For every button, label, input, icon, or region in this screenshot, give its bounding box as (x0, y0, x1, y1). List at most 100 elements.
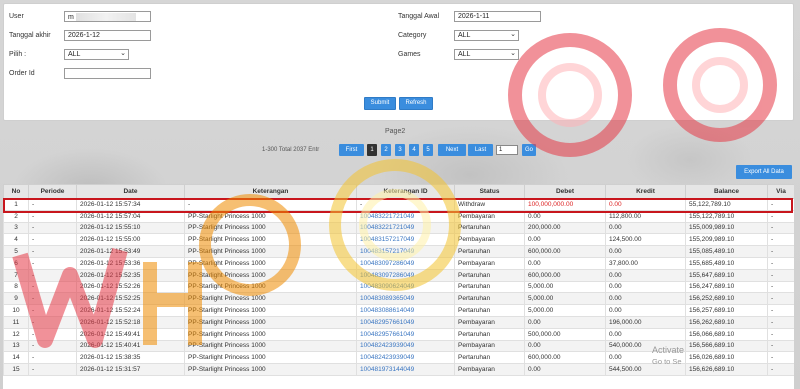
cell-debet: 0.00 (524, 363, 606, 376)
table-row[interactable]: 2-2026-01-12 15:57:04 PP-Starlight Prince… (3, 209, 794, 223)
page-button-4[interactable]: 4 (409, 144, 419, 156)
chevron-down-icon: ⌄ (510, 50, 516, 57)
cell-keterangan-id[interactable]: 100483221721049 (356, 221, 455, 235)
user-label: User (9, 13, 24, 20)
table-row[interactable]: 11-2026-01-12 15:52:18 PP-Starlight Princ… (3, 315, 794, 329)
header-date[interactable]: Date (76, 184, 185, 199)
header-periode[interactable]: Periode (28, 184, 77, 199)
cell-keterangan-id[interactable]: 100483157217049 (356, 233, 455, 247)
page-button-1[interactable]: 1 (367, 144, 377, 156)
cell-via: - (767, 233, 794, 247)
category-select[interactable]: ALL ⌄ (454, 30, 519, 41)
cell-balance: 155,209,989.10 (685, 233, 768, 247)
table-row[interactable]: 1-2026-01-12 15:57:34- - Withdraw 100,000,0… (3, 198, 794, 211)
cell-keterangan-id[interactable]: 100481973144049 (356, 363, 455, 376)
games-value: ALL (458, 51, 471, 58)
pilih-select[interactable]: ALL ⌄ (64, 49, 129, 60)
header-status[interactable]: Status (454, 184, 525, 199)
table-row[interactable]: 3-2026-01-12 15:55:10 PP-Starlight Prince… (3, 221, 794, 235)
go-button[interactable]: Go (522, 144, 536, 156)
cell-date: 2026-01-12 15:52:24 (76, 304, 185, 317)
order-id-input[interactable] (64, 68, 151, 79)
cell-keterangan-id[interactable]: - (356, 198, 455, 211)
cell-status: Pertaruhan (454, 221, 525, 235)
cell-keterangan-id[interactable]: 100482957661049 (356, 315, 455, 329)
cell-periode: - (28, 339, 77, 353)
table-row[interactable]: 7-2026-01-12 15:52:35 PP-Starlight Prince… (3, 268, 794, 282)
cell-via: - (767, 209, 794, 223)
cell-status: Pembayaran (454, 315, 525, 329)
cell-periode: - (28, 233, 77, 247)
cell-status: Pertaruhan (454, 327, 525, 341)
cell-via: - (767, 315, 794, 329)
cell-keterangan: PP-Starlight Princess 1000 (184, 327, 357, 341)
cell-keterangan-id[interactable]: 100483090624049 (356, 280, 455, 294)
cell-keterangan: PP-Starlight Princess 1000 (184, 292, 357, 306)
cell-keterangan: PP-Starlight Princess 1000 (184, 351, 357, 365)
windows-activation-line2: Go to Se (652, 357, 682, 366)
table-row[interactable]: 9-2026-01-12 15:52:25 PP-Starlight Prince… (3, 292, 794, 306)
page-button-5[interactable]: 5 (423, 144, 433, 156)
header-balance[interactable]: Balance (685, 184, 768, 199)
header-debet[interactable]: Debet (524, 184, 606, 199)
header-no[interactable]: No (3, 184, 29, 199)
cell-kredit: 124,500.00 (605, 233, 686, 247)
cell-no: 13 (3, 339, 29, 353)
header-keterangan-id[interactable]: Keterangan ID (356, 184, 455, 199)
page-button-2[interactable]: 2 (381, 144, 391, 156)
cell-debet: 0.00 (524, 339, 606, 353)
table-row[interactable]: 4-2026-01-12 15:55:00 PP-Starlight Prince… (3, 233, 794, 247)
cell-keterangan-id[interactable]: 100482423939049 (356, 351, 455, 365)
entries-count: 1-300 Total 2037 Entr (262, 147, 320, 153)
next-page-button[interactable]: Next (438, 144, 466, 156)
submit-button[interactable]: Submit (364, 97, 396, 110)
cell-keterangan-id[interactable]: 100483088614049 (356, 304, 455, 317)
table-row[interactable]: 5-2026-01-12 15:53:49 PP-Starlight Prince… (3, 245, 794, 258)
cell-via: - (767, 198, 794, 211)
cell-periode: - (28, 304, 77, 317)
page-title: Page2 (385, 128, 406, 135)
header-keterangan[interactable]: Keterangan (184, 184, 357, 199)
cell-keterangan-id[interactable]: 100483221721049 (356, 209, 455, 223)
cell-date: 2026-01-12 15:40:41 (76, 339, 185, 353)
user-input[interactable]: m (64, 11, 151, 22)
first-page-button[interactable]: First (339, 144, 364, 156)
cell-periode: - (28, 256, 77, 270)
cell-debet: 100,000,000.00 (524, 198, 606, 211)
header-kredit[interactable]: Kredit (605, 184, 686, 199)
cell-no: 14 (3, 351, 29, 365)
cell-keterangan-id[interactable]: 100483089365049 (356, 292, 455, 306)
cell-balance: 55,122,789.10 (685, 198, 768, 211)
cell-keterangan-id[interactable]: 100483157217049 (356, 245, 455, 258)
cell-date: 2026-01-12 15:55:00 (76, 233, 185, 247)
refresh-button[interactable]: Refresh (399, 97, 433, 110)
last-page-button[interactable]: Last (468, 144, 493, 156)
cell-keterangan: - (184, 198, 357, 211)
cell-debet: 600,000.00 (524, 268, 606, 282)
tanggal-awal-input[interactable]: 2026-1-11 (454, 11, 541, 22)
cell-date: 2026-01-12 15:52:25 (76, 292, 185, 306)
table-row[interactable]: 10-2026-01-12 15:52:24 PP-Starlight Princ… (3, 304, 794, 317)
cell-via: - (767, 268, 794, 282)
cell-status: Pertaruhan (454, 351, 525, 365)
page-button-3[interactable]: 3 (395, 144, 405, 156)
cell-keterangan-id[interactable]: 100482423939049 (356, 339, 455, 353)
category-value: ALL (458, 32, 471, 39)
tanggal-akhir-input[interactable]: 2026-1-12 (64, 30, 151, 41)
table-row[interactable]: 12-2026-01-12 15:49:41 PP-Starlight Princ… (3, 327, 794, 341)
export-all-data-button[interactable]: Export All Data (736, 165, 792, 179)
header-via[interactable]: Via (767, 184, 794, 199)
tanggal-akhir-label: Tanggal akhir (9, 32, 51, 39)
cell-periode: - (28, 221, 77, 235)
cell-keterangan-id[interactable]: 100482957661049 (356, 327, 455, 341)
cell-status: Pembayaran (454, 339, 525, 353)
page-number-input[interactable]: 1 (496, 145, 518, 155)
table-row[interactable]: 6-2026-01-12 15:53:36 PP-Starlight Prince… (3, 256, 794, 270)
cell-date: 2026-01-12 15:52:18 (76, 315, 185, 329)
cell-status: Pertaruhan (454, 280, 525, 294)
table-row[interactable]: 8-2026-01-12 15:52:26 PP-Starlight Prince… (3, 280, 794, 294)
cell-keterangan-id[interactable]: 100483097286049 (356, 256, 455, 270)
games-select[interactable]: ALL ⌄ (454, 49, 519, 60)
cell-keterangan-id[interactable]: 100483097286049 (356, 268, 455, 282)
cell-debet: 5,000.00 (524, 304, 606, 317)
